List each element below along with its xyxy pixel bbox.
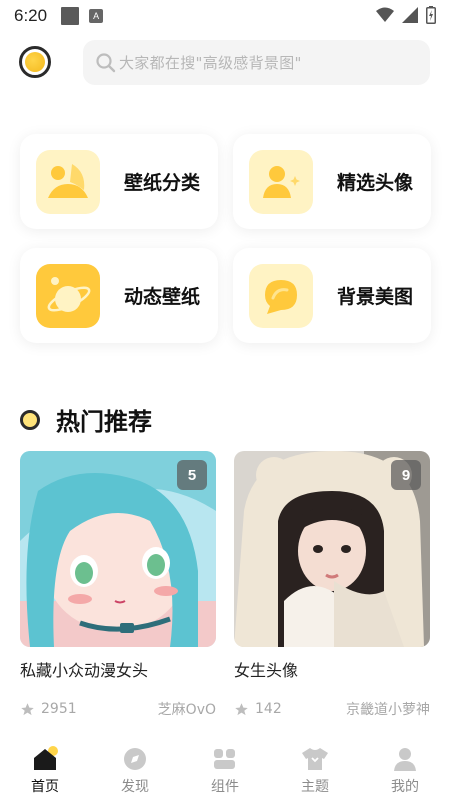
author-name[interactable]: 京畿道小萝神 (346, 699, 430, 719)
theme-shirt-icon (301, 746, 329, 772)
wallpaper-category-icon (36, 150, 100, 214)
nav-label: 主题 (301, 779, 329, 795)
app-notification-icon: A (89, 9, 104, 23)
category-card-background[interactable]: 背景美图 (233, 248, 431, 343)
recommend-title: 私藏小众动漫女头 (20, 661, 149, 680)
recommend-card[interactable]: 9 女生头像 142 京畿道小萝神 (234, 451, 430, 719)
author-name[interactable]: 芝麻OvO (158, 699, 216, 719)
profile-icon (391, 746, 419, 772)
search-input[interactable]: 大家都在搜"高级感背景图" (83, 40, 430, 85)
notification-square-icon (61, 7, 80, 25)
nav-home[interactable]: 首页 (0, 740, 90, 801)
nav-discover[interactable]: 发现 (90, 740, 180, 801)
recommend-image-anime[interactable]: 5 (20, 451, 216, 647)
nav-label: 首页 (31, 779, 59, 795)
category-label: 背景美图 (337, 286, 414, 308)
discover-icon (121, 746, 149, 772)
likes-count: 2951 (41, 701, 77, 717)
chat-bubble-icon (249, 264, 313, 328)
avatar-icon (249, 150, 313, 214)
likes-count: 142 (255, 701, 282, 717)
nav-widget[interactable]: 组件 (180, 740, 270, 801)
signal-icon (402, 7, 418, 23)
category-label: 精选头像 (337, 172, 414, 194)
category-card-avatar[interactable]: 精选头像 (233, 134, 431, 229)
app-logo[interactable] (19, 46, 51, 78)
search-placeholder: 大家都在搜"高级感背景图" (119, 54, 302, 72)
bottom-navigation: 首页 发现 组件 主题 我的 (0, 740, 450, 801)
home-icon (31, 746, 59, 772)
category-label: 动态壁纸 (124, 286, 201, 308)
section-header-hot: 热门推荐 (20, 402, 152, 437)
category-card-wallpaper[interactable]: 壁纸分类 (20, 134, 218, 229)
category-label: 壁纸分类 (124, 172, 201, 194)
nav-profile[interactable]: 我的 (360, 740, 450, 801)
battery-icon (426, 6, 436, 24)
planet-icon (36, 264, 100, 328)
recommend-card[interactable]: 5 私藏小众动漫女头 2951 芝麻OvO (20, 451, 216, 719)
category-card-live-wallpaper[interactable]: 动态壁纸 (20, 248, 218, 343)
star-icon (235, 702, 248, 715)
image-count-badge: 5 (177, 460, 207, 490)
image-count-badge: 9 (391, 460, 421, 490)
likes: 2951 (20, 701, 77, 717)
recommend-title: 女生头像 (234, 661, 299, 680)
recommend-meta: 142 京畿道小萝神 (234, 699, 430, 719)
star-icon (21, 702, 34, 715)
section-title: 热门推荐 (56, 408, 152, 436)
moon-logo-icon (25, 52, 45, 72)
header: 大家都在搜"高级感背景图" (0, 40, 450, 86)
status-time: 6:20 (14, 6, 48, 25)
section-dot-icon (20, 409, 40, 430)
widget-icon (211, 746, 239, 772)
nav-theme[interactable]: 主题 (270, 740, 360, 801)
status-bar: 6:20 A (0, 0, 450, 32)
search-icon (96, 52, 116, 72)
recommend-meta: 2951 芝麻OvO (20, 699, 216, 719)
recommend-image-portrait[interactable]: 9 (234, 451, 430, 647)
nav-label: 发现 (121, 779, 149, 795)
likes: 142 (234, 701, 282, 717)
nav-label: 组件 (211, 779, 239, 795)
nav-label: 我的 (391, 779, 419, 795)
wifi-icon (376, 7, 394, 22)
